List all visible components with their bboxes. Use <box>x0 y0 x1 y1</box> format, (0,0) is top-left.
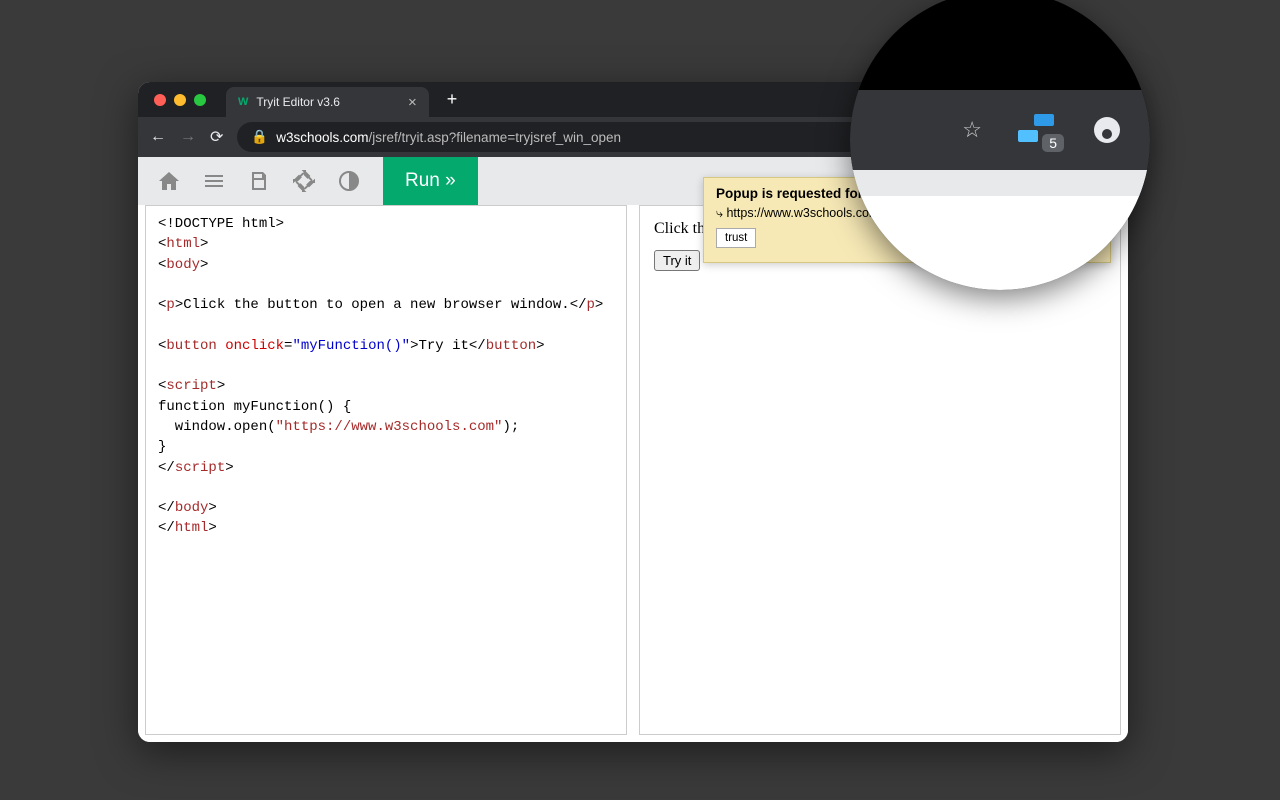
try-it-button[interactable]: Try it <box>654 250 700 271</box>
browser-tab[interactable]: W Tryit Editor v3.6 × <box>226 87 429 117</box>
maximize-window-button[interactable] <box>194 94 206 106</box>
run-button[interactable]: Run » <box>383 157 478 205</box>
window-controls <box>154 94 206 106</box>
profile-avatar-icon[interactable] <box>1094 117 1120 143</box>
url-domain: w3schools.com <box>276 130 368 145</box>
extension-badge: 5 <box>1042 134 1064 152</box>
rotate-icon[interactable] <box>281 157 326 205</box>
code-doctype: <!DOCTYPE html> <box>158 216 284 232</box>
url-path: /jsref/tryit.asp?filename=tryjsref_win_o… <box>369 130 622 145</box>
home-icon[interactable] <box>146 157 191 205</box>
close-tab-icon[interactable]: × <box>408 94 417 111</box>
close-window-button[interactable] <box>154 94 166 106</box>
url-input[interactable]: 🔒 w3schools.com/jsref/tryit.asp?filename… <box>237 122 953 152</box>
lock-icon: 🔒 <box>251 129 268 145</box>
back-button[interactable]: ← <box>150 128 166 146</box>
bookmark-star-icon[interactable]: ☆ <box>962 117 982 143</box>
tab-title: Tryit Editor v3.6 <box>256 95 340 109</box>
code-pane[interactable]: <!DOCTYPE html> <html> <body> <p>Click t… <box>145 205 627 735</box>
new-tab-button[interactable]: + <box>447 89 458 110</box>
magnified-page-area <box>850 170 1150 290</box>
save-icon[interactable] <box>236 157 281 205</box>
favicon-icon: W <box>238 96 248 108</box>
extension-icon[interactable]: 5 <box>1022 114 1054 146</box>
minimize-window-button[interactable] <box>174 94 186 106</box>
trust-button[interactable]: trust <box>716 228 756 248</box>
magnifier-overlay: ☆ 5 <box>850 0 1150 290</box>
theme-icon[interactable] <box>326 157 371 205</box>
magnified-toolbar: ☆ 5 <box>850 90 1150 170</box>
reload-button[interactable]: ⟳ <box>210 127 223 147</box>
forward-button[interactable]: → <box>180 128 196 146</box>
menu-icon[interactable] <box>191 157 236 205</box>
